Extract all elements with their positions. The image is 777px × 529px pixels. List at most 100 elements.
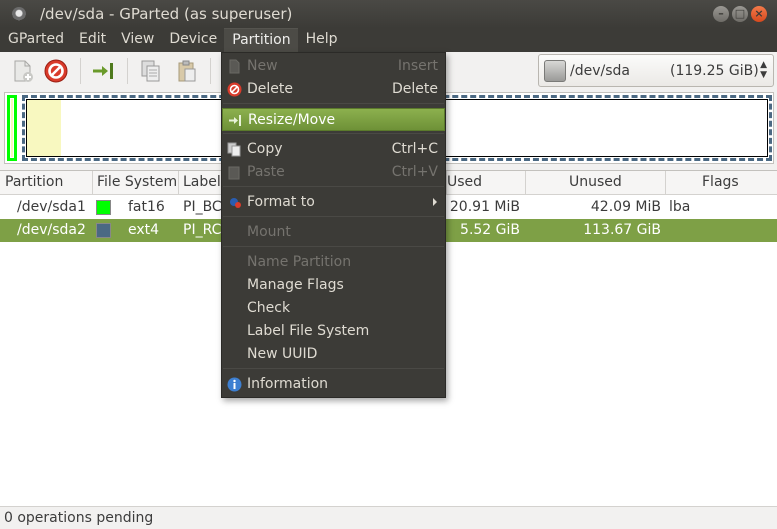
menu-item-copy[interactable]: Copy Ctrl+C <box>222 138 445 161</box>
menu-item-new-uuid[interactable]: New UUID <box>222 343 445 366</box>
paste-icon[interactable] <box>174 58 200 84</box>
device-size: (119.25 GiB) <box>670 63 759 79</box>
delete-icon <box>227 82 242 97</box>
cell-label: PI_RC <box>183 222 222 238</box>
menu-item-label: Paste <box>247 164 285 180</box>
paste-icon <box>227 165 242 180</box>
resize-move-icon[interactable] <box>91 58 117 84</box>
menu-separator <box>223 246 444 247</box>
cell-partition: /dev/sda2 <box>17 222 86 238</box>
menu-item-resize-move[interactable]: Resize/Move <box>222 108 445 131</box>
menu-separator <box>223 368 444 369</box>
column-label[interactable]: Label <box>183 174 221 190</box>
minimize-button[interactable]: – <box>713 6 729 22</box>
cell-unused: 113.67 GiB <box>583 222 661 238</box>
column-divider <box>92 171 93 195</box>
cell-unused: 42.09 MiB <box>590 199 661 215</box>
cell-label: PI_BC <box>183 199 222 215</box>
used-space-fill <box>27 100 61 156</box>
menu-separator <box>223 216 444 217</box>
app-icon <box>12 7 26 21</box>
status-text: 0 operations pending <box>4 510 154 526</box>
menu-item-paste[interactable]: Paste Ctrl+V <box>222 161 445 184</box>
menu-item-label: Mount <box>247 224 291 240</box>
fs-color-swatch <box>96 200 111 215</box>
cell-flags: lba <box>669 199 691 215</box>
column-flags[interactable]: Flags <box>702 174 739 190</box>
column-divider <box>178 171 179 195</box>
menu-item-format-to[interactable]: Format to <box>222 191 445 214</box>
menu-item-mount[interactable]: Mount <box>222 221 445 244</box>
column-used[interactable]: Used <box>447 174 482 190</box>
menu-item-delete[interactable]: Delete Delete <box>222 78 445 101</box>
copy-icon <box>227 142 242 157</box>
cell-filesystem: fat16 <box>128 199 165 215</box>
menu-gparted[interactable]: GParted <box>0 28 71 52</box>
menu-separator <box>223 186 444 187</box>
menu-item-manage-flags[interactable]: Manage Flags <box>222 274 445 297</box>
submenu-arrow-icon <box>433 198 437 206</box>
menu-item-label: Delete <box>247 81 293 97</box>
menu-partition[interactable]: Partition <box>224 28 298 52</box>
cell-used: 20.91 MiB <box>449 199 520 215</box>
info-icon <box>227 377 242 392</box>
updown-arrow-icon: ▲ ▼ <box>760 60 767 80</box>
menu-item-new[interactable]: New Insert <box>222 55 445 78</box>
title-bar: /dev/sda - GParted (as superuser) – □ × <box>0 0 777 28</box>
column-filesystem[interactable]: File System <box>97 174 177 190</box>
new-partition-icon[interactable] <box>9 58 35 84</box>
copy-icon[interactable] <box>138 58 164 84</box>
menu-view[interactable]: View <box>113 28 161 52</box>
menu-edit[interactable]: Edit <box>71 28 113 52</box>
menu-item-label: Name Partition <box>247 254 352 270</box>
partition-block-sda1[interactable] <box>7 95 17 161</box>
toolbar-separator <box>127 58 128 84</box>
fs-color-swatch <box>96 223 111 238</box>
new-icon <box>227 59 242 74</box>
device-name: /dev/sda <box>570 63 630 79</box>
hard-disk-icon <box>544 60 566 82</box>
menu-bar: GParted Edit View Device Partition Help <box>0 28 777 52</box>
cell-used: 5.52 GiB <box>460 222 520 238</box>
column-divider <box>525 171 526 195</box>
menu-item-label: New UUID <box>247 346 318 362</box>
close-button[interactable]: × <box>751 6 767 22</box>
menu-item-label: Resize/Move <box>248 112 336 128</box>
window-title: /dev/sda - GParted (as superuser) <box>40 5 293 23</box>
menu-item-accel: Insert <box>397 58 438 74</box>
column-unused[interactable]: Unused <box>569 174 622 190</box>
window-controls: – □ × <box>713 6 767 22</box>
cell-filesystem: ext4 <box>128 222 160 238</box>
menu-item-label: Label File System <box>247 323 370 339</box>
resize-move-icon <box>228 113 243 128</box>
menu-item-label: Copy <box>247 141 283 157</box>
column-partition[interactable]: Partition <box>5 174 63 190</box>
format-icon <box>227 195 242 210</box>
menu-item-check[interactable]: Check <box>222 297 445 320</box>
menu-item-label-file-system[interactable]: Label File System <box>222 320 445 343</box>
menu-item-name-partition[interactable]: Name Partition <box>222 251 445 274</box>
delete-icon[interactable] <box>43 58 69 84</box>
used-space-fill <box>11 99 13 157</box>
menu-help[interactable]: Help <box>298 28 345 52</box>
menu-separator <box>223 103 444 104</box>
cell-partition: /dev/sda1 <box>17 199 86 215</box>
column-divider <box>665 171 666 195</box>
menu-item-accel: Ctrl+V <box>391 164 438 180</box>
status-bar: 0 operations pending <box>0 506 777 529</box>
menu-separator <box>223 133 444 134</box>
menu-item-label: Information <box>247 376 329 392</box>
menu-item-label: New <box>247 58 278 74</box>
device-selector[interactable]: /dev/sda (119.25 GiB) ▲ ▼ <box>538 54 774 87</box>
menu-item-accel: Delete <box>392 81 438 97</box>
toolbar-separator <box>210 58 211 84</box>
menu-item-label: Check <box>247 300 291 316</box>
menu-device[interactable]: Device <box>161 28 224 52</box>
menu-item-accel: Ctrl+C <box>391 141 438 157</box>
toolbar-separator <box>80 58 81 84</box>
maximize-button[interactable]: □ <box>732 6 748 22</box>
partition-menu: New Insert Delete Delete Resize/Move Cop… <box>221 52 446 398</box>
menu-item-label: Manage Flags <box>247 277 344 293</box>
menu-item-information[interactable]: Information <box>222 373 445 396</box>
menu-item-label: Format to <box>247 194 315 210</box>
